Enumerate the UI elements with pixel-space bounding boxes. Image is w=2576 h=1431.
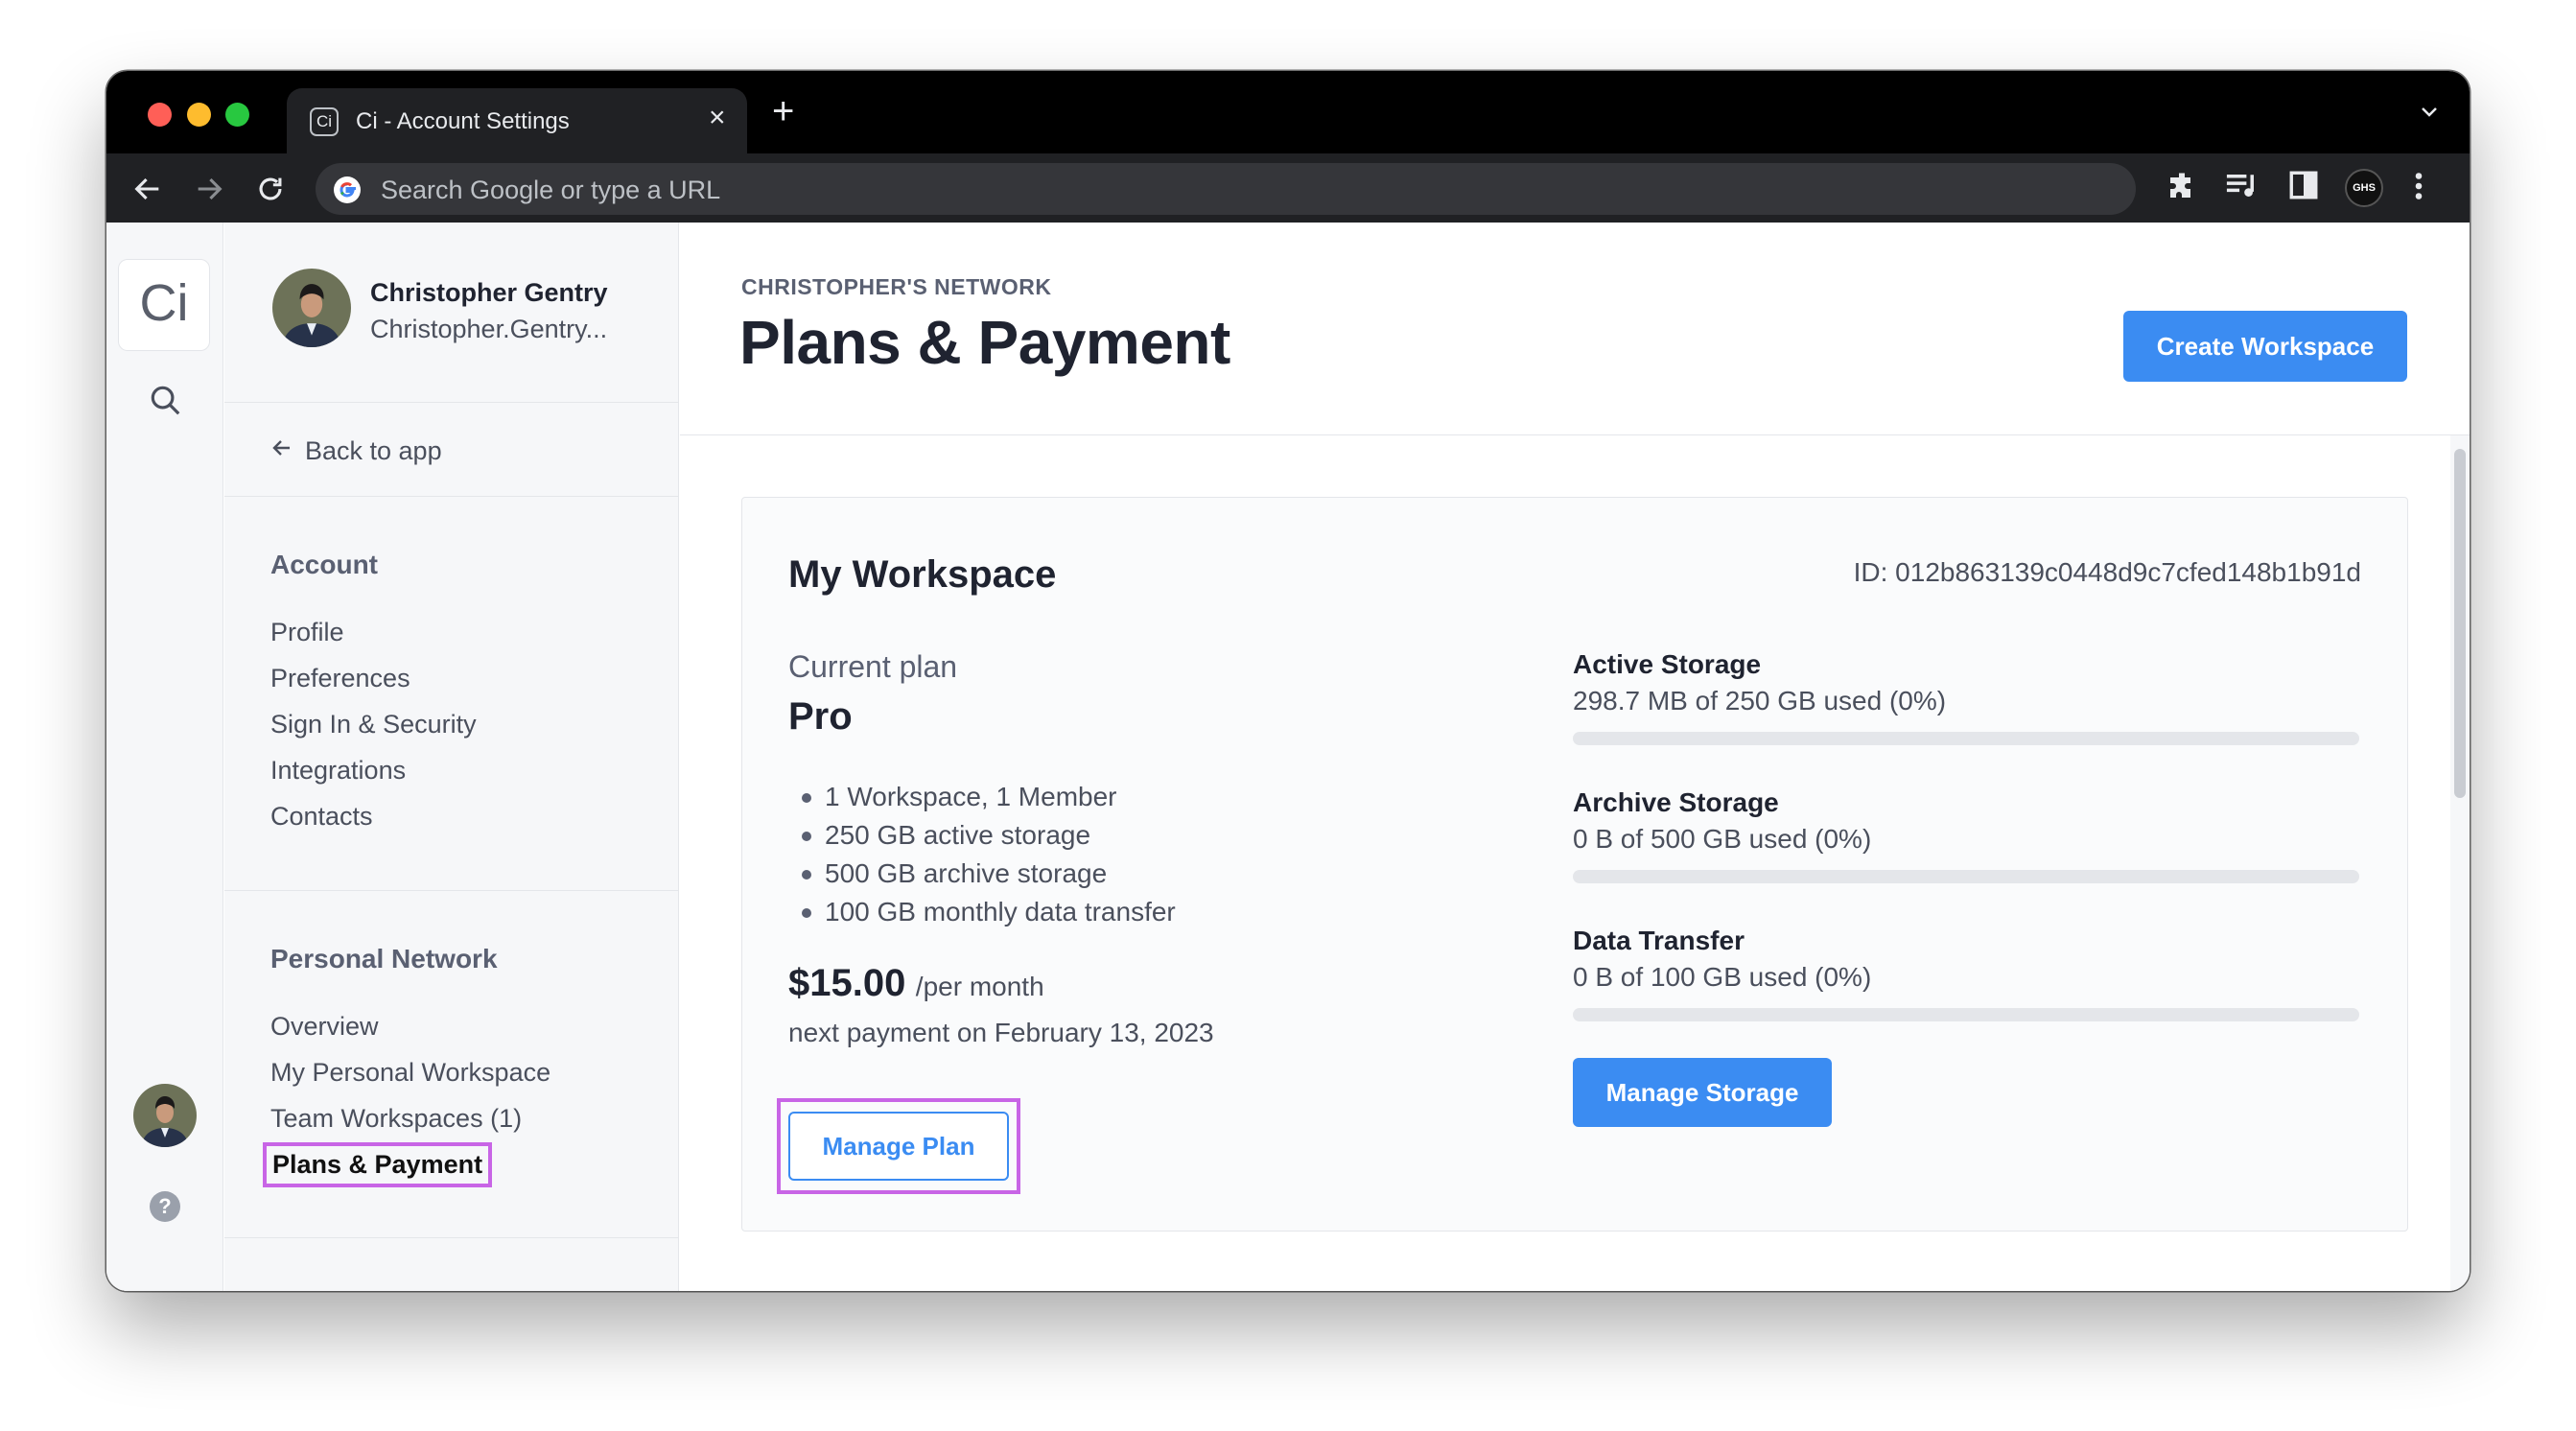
title-bar: Ci Ci - Account Settings × + (106, 71, 2470, 153)
personal-network-section-title: Personal Network (270, 944, 498, 974)
user-email: Christopher.Gentry... (370, 315, 608, 343)
settings-sidebar: Christopher Gentry Christopher.Gentry...… (224, 223, 679, 1291)
media-playlist-icon[interactable] (2224, 169, 2260, 208)
manage-plan-button[interactable]: Manage Plan (788, 1112, 1009, 1181)
workspace-name: My Workspace (788, 553, 1057, 596)
reload-icon[interactable] (254, 173, 287, 210)
sidebar-item-integrations[interactable]: Integrations (270, 756, 406, 786)
storage-progress-bar (1573, 732, 2359, 745)
highlight-box: Manage Plan (777, 1098, 1020, 1194)
scrollbar-thumb[interactable] (2454, 449, 2466, 798)
arrow-left-icon (270, 436, 293, 466)
kebab-menu-icon[interactable] (2404, 169, 2433, 208)
back-to-app-link[interactable]: Back to app (270, 436, 442, 466)
profile-avatar-icon[interactable]: GHS (2345, 169, 2383, 207)
browser-window: Ci Ci - Account Settings × + Search Goog… (106, 71, 2470, 1291)
user-avatar (272, 269, 351, 352)
price-amount: $15.00 (788, 962, 906, 1004)
workspace-card: My Workspace ID: 012b863139c0448d9c7cfed… (741, 497, 2408, 1232)
create-workspace-button[interactable]: Create Workspace (2123, 311, 2407, 382)
archive-storage-block: Archive Storage 0 B of 500 GB used (0%) (1573, 787, 2359, 883)
browser-tab[interactable]: Ci Ci - Account Settings × (287, 88, 747, 153)
storage-progress-bar (1573, 1008, 2359, 1021)
sidebar-item-my-personal-workspace[interactable]: My Personal Workspace (270, 1058, 550, 1088)
active-storage-block: Active Storage 298.7 MB of 250 GB used (… (1573, 649, 2359, 745)
list-item: 500 GB archive storage (802, 855, 1176, 893)
app-rail: Ci ? (106, 223, 223, 1291)
back-link-block: Back to app (224, 404, 678, 497)
user-profile-block: Christopher Gentry Christopher.Gentry... (224, 223, 678, 403)
workspace-id: ID: 012b863139c0448d9c7cfed148b1b91d (1853, 557, 2361, 587)
browser-toolbar: Search Google or type a URL GHS (106, 153, 2470, 223)
personal-network-section: Personal Network Overview My Personal Wo… (224, 892, 678, 1238)
close-window-button[interactable] (148, 103, 172, 127)
sidebar-item-contacts[interactable]: Contacts (270, 802, 373, 832)
manage-storage-button[interactable]: Manage Storage (1573, 1058, 1832, 1127)
current-plan-label: Current plan (788, 649, 958, 684)
help-icon[interactable]: ? (150, 1191, 180, 1222)
network-label: CHRISTOPHER'S NETWORK (741, 274, 1052, 299)
search-icon[interactable] (147, 382, 183, 423)
storage-name: Active Storage (1573, 649, 1762, 679)
data-transfer-block: Data Transfer 0 B of 100 GB used (0%) (1573, 926, 2359, 1021)
sidebar-item-overview[interactable]: Overview (270, 1012, 379, 1042)
side-panel-icon[interactable] (2287, 169, 2320, 206)
google-g-icon (333, 176, 362, 209)
sidebar-item-team-workspaces[interactable]: Team Workspaces (1) (270, 1104, 522, 1134)
sidebar-item-sign-in-security[interactable]: Sign In & Security (270, 710, 477, 739)
sidebar-item-profile[interactable]: Profile (270, 618, 344, 647)
back-to-app-label: Back to app (305, 436, 442, 465)
address-bar-placeholder: Search Google or type a URL (381, 176, 721, 204)
storage-used: 298.7 MB of 250 GB used (0%) (1573, 686, 1947, 716)
page-title: Plans & Payment (739, 308, 1230, 377)
tab-title: Ci - Account Settings (356, 108, 570, 134)
main-content: CHRISTOPHER'S NETWORK Plans & Payment Cr… (680, 223, 2470, 1291)
address-bar[interactable]: Search Google or type a URL (316, 163, 2136, 215)
storage-progress-bar (1573, 870, 2359, 883)
storage-used: 0 B of 100 GB used (0%) (1573, 962, 1872, 992)
list-item: 100 GB monthly data transfer (802, 893, 1176, 931)
app-logo[interactable]: Ci (118, 259, 210, 351)
avatar[interactable] (133, 1084, 197, 1152)
minimize-window-button[interactable] (187, 103, 211, 127)
tab-favicon-icon: Ci (310, 107, 339, 136)
list-item: 250 GB active storage (802, 816, 1176, 855)
price-period: /per month (915, 972, 1044, 1001)
forward-arrow-icon[interactable] (193, 173, 225, 210)
new-tab-icon[interactable]: + (772, 92, 794, 130)
account-section-title: Account (270, 550, 378, 579)
page-content: Ci ? Christopher Gentry Christopher.Gent… (106, 223, 2470, 1291)
maximize-window-button[interactable] (225, 103, 249, 127)
plan-price: $15.00 /per month (788, 962, 1044, 1005)
user-name: Christopher Gentry (370, 278, 608, 307)
account-section: Account Profile Preferences Sign In & Se… (224, 498, 678, 891)
tab-search-chevron-icon[interactable] (2418, 100, 2441, 128)
plan-name: Pro (788, 695, 853, 738)
sidebar-item-plans-payment[interactable]: Plans & Payment (262, 1142, 493, 1187)
storage-name: Data Transfer (1573, 926, 1745, 955)
extensions-puzzle-icon[interactable] (2165, 169, 2199, 208)
sidebar-item-preferences[interactable]: Preferences (270, 664, 410, 693)
list-item: 1 Workspace, 1 Member (802, 778, 1176, 816)
page-header: CHRISTOPHER'S NETWORK Plans & Payment Cr… (680, 223, 2470, 435)
tab-close-icon[interactable]: × (709, 102, 726, 134)
back-arrow-icon[interactable] (131, 173, 164, 210)
plan-features-list: 1 Workspace, 1 Member 250 GB active stor… (802, 778, 1176, 931)
next-payment-date: next payment on February 13, 2023 (788, 1018, 1214, 1047)
storage-name: Archive Storage (1573, 787, 1779, 817)
storage-used: 0 B of 500 GB used (0%) (1573, 824, 1872, 854)
